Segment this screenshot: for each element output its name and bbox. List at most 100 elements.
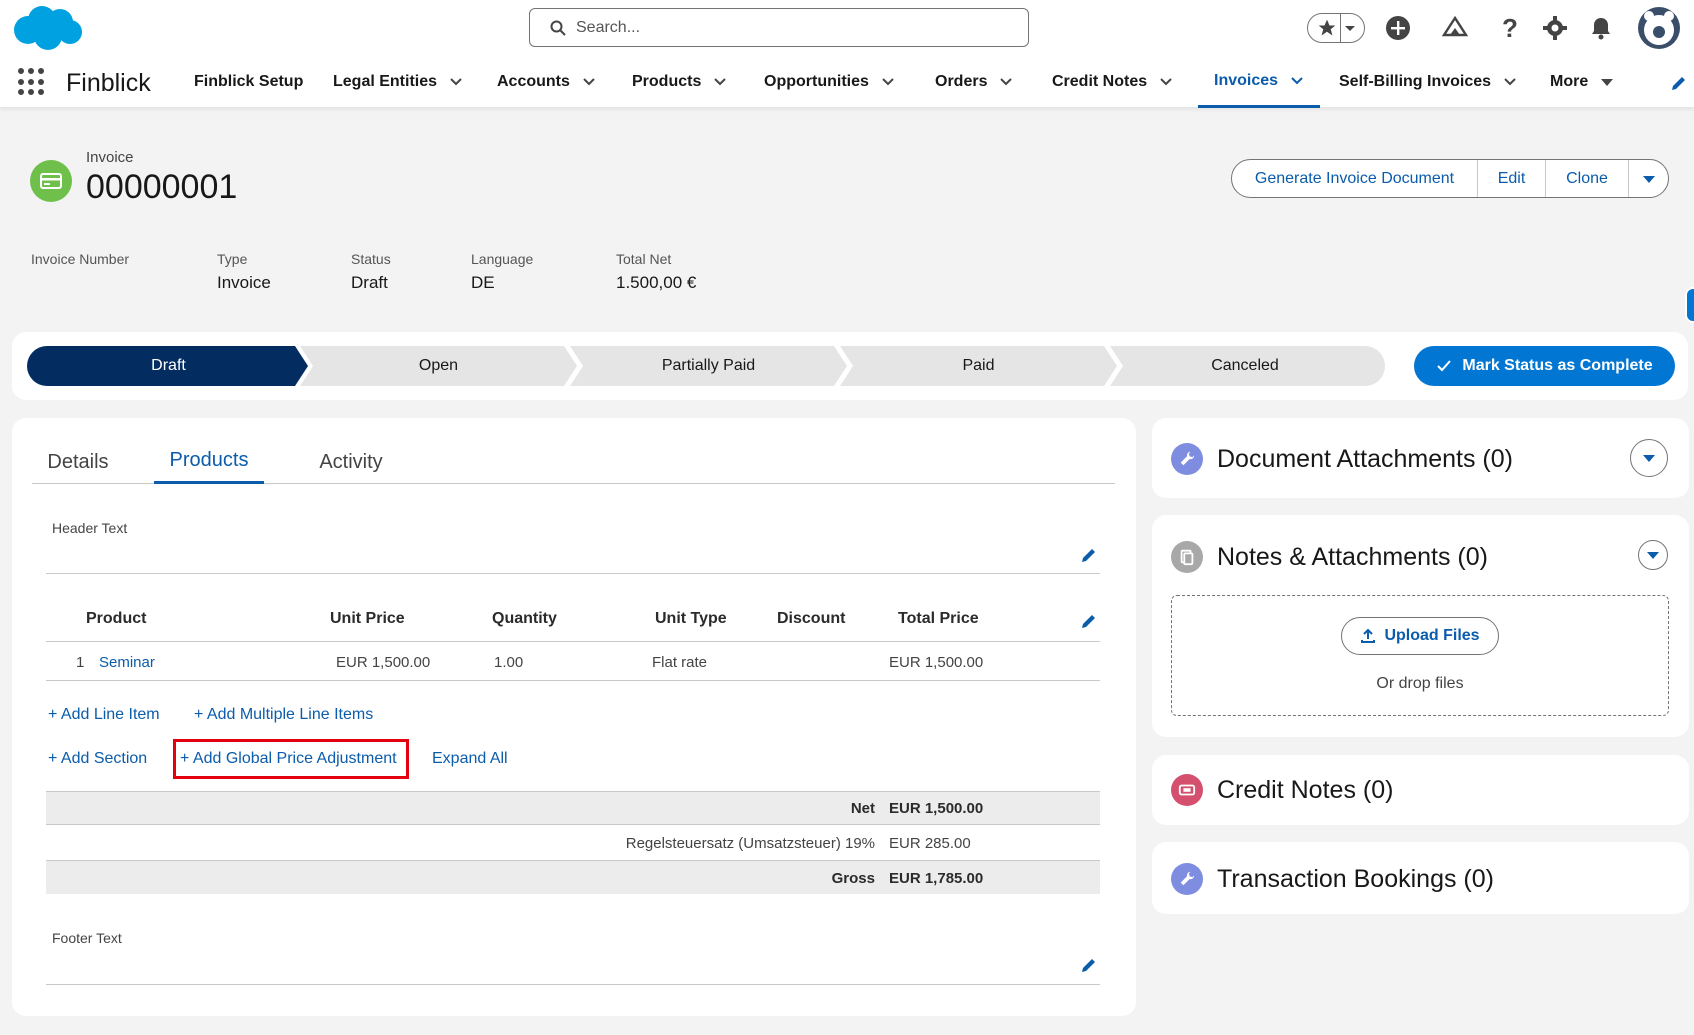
path-step-draft[interactable]: Draft bbox=[27, 346, 310, 386]
global-search-input[interactable]: Search... bbox=[529, 8, 1029, 47]
notes-attachments-title[interactable]: Notes & Attachments (0) bbox=[1217, 543, 1488, 572]
notifications-button[interactable] bbox=[1583, 10, 1619, 46]
credit-notes-title[interactable]: Credit Notes (0) bbox=[1217, 776, 1393, 805]
nav-item-opportunities[interactable]: Opportunities bbox=[764, 56, 895, 108]
bell-icon bbox=[1592, 18, 1610, 40]
field-label-type: Type bbox=[217, 251, 248, 267]
chevron-down-icon[interactable] bbox=[449, 75, 463, 89]
nav-item-finblick-setup[interactable]: Finblick Setup bbox=[194, 56, 303, 108]
field-label-status: Status bbox=[351, 251, 391, 267]
footer-text-label: Footer Text bbox=[52, 930, 122, 946]
nav-label: Opportunities bbox=[764, 73, 869, 90]
main-tabs-card bbox=[12, 418, 1136, 1016]
mark-status-label: Mark Status as Complete bbox=[1462, 357, 1653, 374]
field-value-language: DE bbox=[471, 273, 495, 292]
setup-button[interactable] bbox=[1537, 10, 1573, 46]
path-step-open[interactable]: Open bbox=[310, 346, 567, 386]
highlight-box bbox=[173, 739, 409, 779]
field-label-invoice-number: Invoice Number bbox=[31, 251, 130, 267]
svg-text:?: ? bbox=[1502, 15, 1518, 41]
product-link[interactable]: Seminar bbox=[99, 654, 155, 671]
file-drop-zone[interactable] bbox=[1171, 595, 1669, 716]
nav-item-invoices[interactable]: Invoices bbox=[1198, 56, 1321, 108]
chevron-down-icon[interactable] bbox=[1290, 74, 1304, 88]
edit-footer-text-icon[interactable] bbox=[1080, 956, 1098, 974]
caret-down-icon[interactable] bbox=[1600, 75, 1614, 89]
divider bbox=[46, 680, 1100, 681]
generate-invoice-document-button[interactable]: Generate Invoice Document bbox=[1232, 160, 1478, 197]
path-step-partially-paid[interactable]: Partially Paid bbox=[580, 346, 837, 386]
edit-button[interactable]: Edit bbox=[1478, 160, 1546, 197]
unit-type-cell: Flat rate bbox=[652, 654, 708, 671]
avatar-icon bbox=[1638, 7, 1680, 49]
nav-label: Accounts bbox=[497, 73, 570, 90]
app-navigation-bar: Finblick Finblick Setup Legal Entities A… bbox=[0, 56, 1694, 108]
nav-item-orders[interactable]: Orders bbox=[935, 56, 1013, 108]
chevron-down-icon[interactable] bbox=[713, 75, 727, 89]
nav-item-more[interactable]: More bbox=[1550, 56, 1614, 108]
chevron-down-icon[interactable] bbox=[881, 75, 895, 89]
unit-price-cell: EUR 1,500.00 bbox=[336, 654, 431, 671]
favorites-button[interactable] bbox=[1307, 13, 1365, 43]
caret-down-icon bbox=[1642, 175, 1655, 183]
upload-files-button[interactable]: Upload Files bbox=[1341, 617, 1499, 655]
tab-activity[interactable]: Activity bbox=[296, 440, 406, 484]
nav-item-accounts[interactable]: Accounts bbox=[497, 56, 596, 108]
tab-products[interactable]: Products bbox=[154, 440, 264, 484]
document-attachments-title[interactable]: Document Attachments (0) bbox=[1217, 445, 1513, 474]
field-label-language: Language bbox=[471, 251, 534, 267]
column-header-unit-price: Unit Price bbox=[330, 610, 405, 627]
utility-side-handle[interactable] bbox=[1685, 287, 1694, 323]
edit-line-items-icon[interactable] bbox=[1080, 612, 1098, 630]
help-button[interactable]: ? bbox=[1492, 10, 1528, 46]
divider bbox=[46, 573, 1100, 574]
nav-label: Credit Notes bbox=[1052, 73, 1148, 90]
user-avatar-button[interactable] bbox=[1637, 6, 1681, 50]
nav-label: Legal Entities bbox=[333, 73, 438, 90]
column-header-total-price: Total Price bbox=[898, 610, 979, 627]
add-line-item-link[interactable]: + Add Line Item bbox=[48, 706, 160, 724]
upload-icon bbox=[1361, 628, 1376, 643]
nav-item-self-billing-invoices[interactable]: Self-Billing Invoices bbox=[1339, 56, 1517, 108]
wrench-icon bbox=[1171, 863, 1203, 895]
nav-item-legal-entities[interactable]: Legal Entities bbox=[333, 56, 463, 108]
plus-icon bbox=[1386, 16, 1410, 40]
path-step-canceled[interactable]: Canceled bbox=[1120, 346, 1370, 386]
nav-label: More bbox=[1550, 73, 1589, 90]
mark-status-complete-button[interactable]: Mark Status as Complete bbox=[1414, 346, 1675, 386]
clone-button[interactable]: Clone bbox=[1546, 160, 1629, 197]
column-header-discount: Discount bbox=[777, 610, 846, 627]
chevron-down-icon[interactable] bbox=[1159, 75, 1173, 89]
add-multiple-line-items-link[interactable]: + Add Multiple Line Items bbox=[194, 706, 373, 724]
upload-files-label: Upload Files bbox=[1384, 627, 1480, 644]
path-step-paid[interactable]: Paid bbox=[850, 346, 1107, 386]
chevron-down-icon[interactable] bbox=[999, 75, 1013, 89]
add-section-link[interactable]: + Add Section bbox=[48, 750, 147, 768]
app-launcher-icon[interactable] bbox=[18, 68, 46, 96]
record-title: 00000001 bbox=[86, 168, 238, 206]
nav-item-products[interactable]: Products bbox=[632, 56, 727, 108]
more-actions-button[interactable] bbox=[1629, 160, 1668, 197]
field-label-total-net: Total Net bbox=[616, 251, 672, 267]
chevron-down-icon[interactable] bbox=[582, 75, 596, 89]
edit-header-text-icon[interactable] bbox=[1080, 546, 1098, 564]
transaction-bookings-title[interactable]: Transaction Bookings (0) bbox=[1217, 865, 1494, 894]
net-label: Net bbox=[850, 800, 875, 817]
edit-nav-icon[interactable] bbox=[1670, 74, 1688, 92]
gear-icon bbox=[1543, 16, 1567, 40]
global-actions-button[interactable] bbox=[1380, 10, 1416, 46]
notes-attachments-menu-button[interactable] bbox=[1638, 540, 1668, 570]
chevron-down-icon[interactable] bbox=[1503, 75, 1517, 89]
cloud-logo-icon[interactable] bbox=[10, 4, 84, 52]
expand-all-link[interactable]: Expand All bbox=[432, 750, 508, 768]
tab-details[interactable]: Details bbox=[32, 440, 124, 484]
document-attachments-menu-button[interactable] bbox=[1630, 439, 1668, 477]
search-placeholder: Search... bbox=[576, 18, 641, 36]
help-icon: ? bbox=[1502, 15, 1518, 41]
nav-item-credit-notes[interactable]: Credit Notes bbox=[1052, 56, 1173, 108]
trailhead-button[interactable] bbox=[1437, 10, 1473, 46]
tax-value: EUR 285.00 bbox=[889, 835, 971, 852]
record-type-label: Invoice bbox=[86, 149, 134, 166]
divider bbox=[46, 641, 1100, 642]
nav-label: Finblick Setup bbox=[194, 73, 304, 90]
